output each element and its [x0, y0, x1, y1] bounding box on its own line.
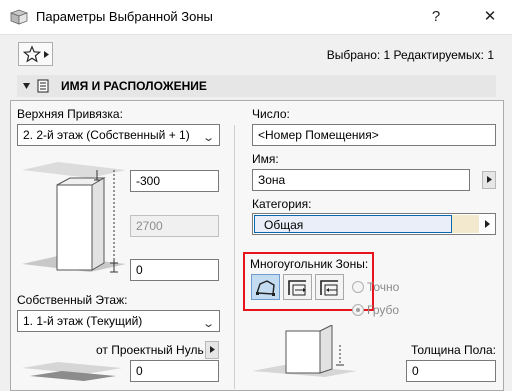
chevron-down-icon: ⌄ — [201, 132, 215, 144]
section-title: ИМЯ И РАСПОЛОЖЕНИЕ — [61, 79, 207, 93]
zone-height-diagram — [22, 162, 126, 273]
window-title: Параметры Выбранной Зоны — [36, 9, 213, 24]
title-bar: Параметры Выбранной Зоны ? ✕ — [0, 0, 512, 35]
rough-radio[interactable] — [352, 304, 364, 316]
home-story-select[interactable]: 1. 1-й этаж (Текущий) ⌄ — [17, 310, 220, 332]
number-input[interactable]: <Номер Помещения> — [252, 124, 496, 146]
floor-thickness-input[interactable]: 0 — [406, 360, 496, 382]
polygon-subtract-icon — [320, 280, 338, 296]
selection-info: Выбрано: 1 Редактируемых: 1 — [326, 48, 494, 62]
category-value-box: Общая — [254, 215, 452, 233]
favorites-button[interactable] — [18, 42, 53, 66]
home-story-label: Собственный Этаж: — [17, 293, 128, 307]
floor-level-diagram — [22, 362, 122, 381]
caret-right-icon — [44, 51, 49, 58]
rough-label: Грубо — [367, 303, 400, 317]
offset-top-input[interactable]: -300 — [130, 170, 219, 192]
polygon-manual-button[interactable] — [251, 274, 280, 300]
category-label: Категория: — [252, 197, 312, 211]
polygon-subtract-button[interactable] — [315, 274, 344, 300]
column-divider — [234, 125, 235, 389]
name-options-button[interactable] — [482, 171, 496, 189]
triangle-down-icon — [23, 83, 30, 89]
top-link-value: 2. 2-й этаж (Собственный + 1) — [23, 128, 190, 142]
polygon-auto-icon — [288, 280, 306, 296]
top-link-select[interactable]: 2. 2-й этаж (Собственный + 1) ⌄ — [17, 124, 220, 146]
category-value: Общая — [264, 218, 304, 232]
chevron-down-icon: ⌄ — [201, 318, 215, 330]
home-story-value: 1. 1-й этаж (Текущий) — [23, 314, 143, 328]
precise-radio[interactable] — [352, 281, 364, 293]
document-icon — [37, 79, 49, 93]
zone-dialog-icon — [10, 9, 28, 25]
category-color-swatch — [452, 215, 479, 233]
number-label: Число: — [252, 107, 290, 121]
floor-thickness-diagram — [252, 325, 357, 377]
help-button[interactable]: ? — [425, 6, 447, 28]
caret-right-icon — [486, 176, 492, 183]
project-zero-input[interactable]: 0 — [130, 360, 219, 382]
project-zero-label: от Проектный Нуль — [96, 343, 204, 357]
star-icon — [23, 45, 41, 63]
reference-level-button[interactable] — [205, 341, 219, 359]
name-label: Имя: — [252, 152, 279, 166]
caret-right-icon — [209, 346, 215, 353]
polygon-manual-icon — [256, 280, 275, 296]
name-input[interactable]: Зона — [252, 169, 470, 191]
polygon-label: Многоугольник Зоны: — [250, 257, 369, 271]
precise-label: Точно — [367, 280, 400, 294]
offset-bottom-input[interactable]: 0 — [130, 259, 219, 281]
close-button[interactable]: ✕ — [479, 6, 501, 28]
section-header[interactable]: ИМЯ И РАСПОЛОЖЕНИЕ — [17, 75, 496, 97]
category-select[interactable]: Общая — [252, 213, 496, 235]
caret-right-icon — [485, 220, 490, 228]
polygon-auto-button[interactable] — [283, 274, 312, 300]
floor-thickness-label: Толщина Пола: — [410, 343, 496, 357]
top-link-label: Верхняя Привязка: — [17, 107, 123, 121]
height-input: 2700 — [130, 215, 219, 237]
